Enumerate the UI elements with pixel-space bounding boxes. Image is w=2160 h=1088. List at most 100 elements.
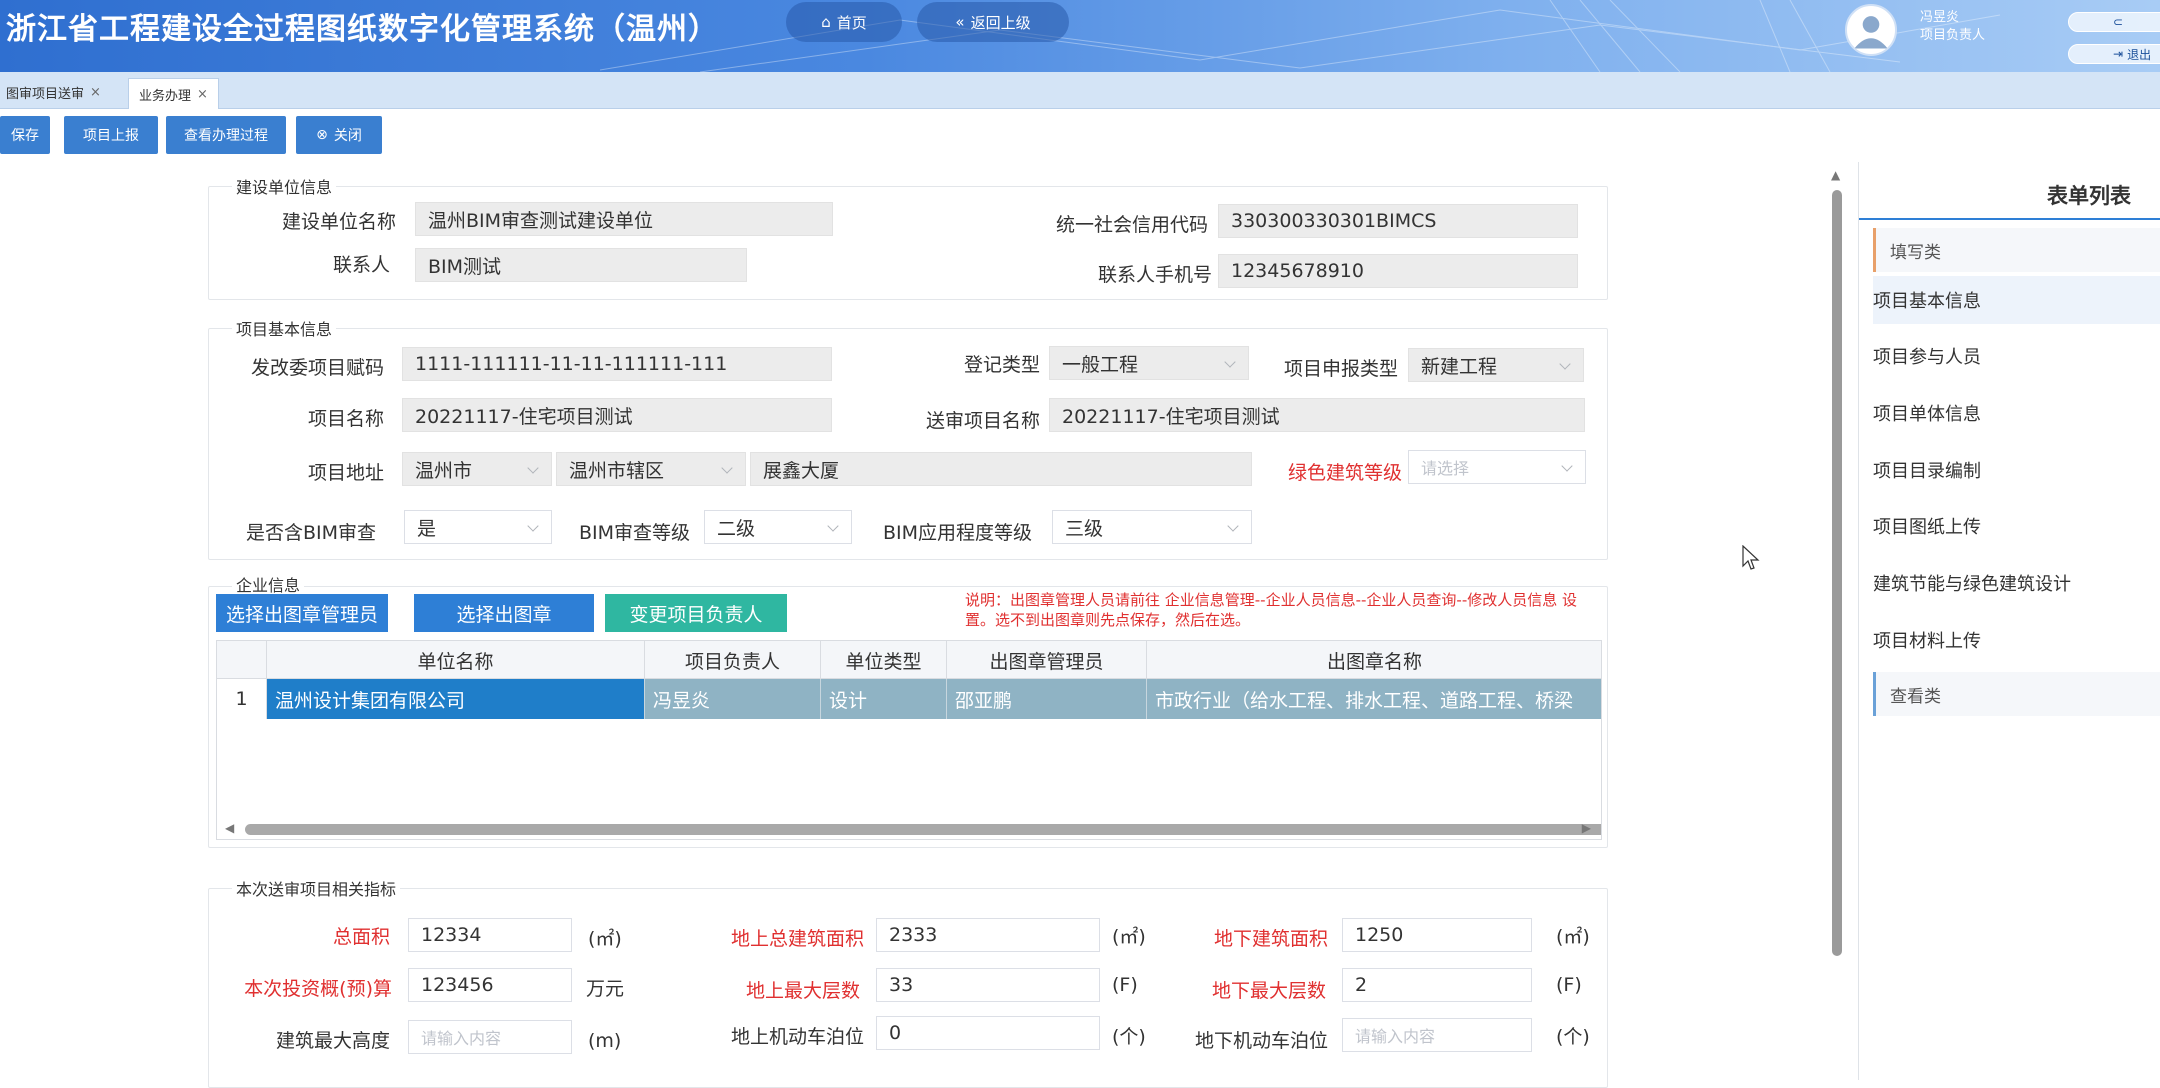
- tab-business[interactable]: 业务办理 ×: [128, 78, 219, 109]
- close-icon[interactable]: ×: [90, 85, 101, 100]
- scroll-thumb[interactable]: [245, 824, 1601, 835]
- user-role: 项目负责人: [1920, 28, 1986, 43]
- scroll-right-icon[interactable]: ▶: [1582, 821, 1591, 835]
- back-button[interactable]: « 返回上级: [917, 2, 1069, 42]
- district-select[interactable]: 温州市辖区: [556, 452, 746, 486]
- scroll-left-icon[interactable]: ◀: [225, 821, 234, 835]
- total-area-input[interactable]: 12334: [408, 918, 572, 952]
- close-button[interactable]: ⊗ 关闭: [296, 116, 382, 154]
- report-button[interactable]: 项目上报: [64, 116, 158, 154]
- horizontal-scrollbar[interactable]: ◀ ▶: [217, 817, 1601, 839]
- above-floors-label: 地上最大层数: [745, 980, 860, 1002]
- group-view: 查看类: [1873, 672, 2160, 716]
- under-area-unit: (㎡): [1556, 926, 1590, 948]
- scroll-up-icon[interactable]: ▲: [1831, 168, 1840, 182]
- close-icon[interactable]: ×: [197, 87, 208, 102]
- view-process-button[interactable]: 查看办理过程: [166, 116, 286, 154]
- under-parking-unit: (个): [1556, 1026, 1590, 1048]
- company-legend: 企业信息: [232, 572, 305, 596]
- under-parking-input[interactable]: 请输入内容: [1342, 1018, 1532, 1052]
- project-code-label: 发改委项目赋码: [250, 357, 384, 379]
- grid-header-cell[interactable]: 出图章名称: [1147, 641, 1601, 679]
- builder-legend: 建设单位信息: [232, 174, 337, 198]
- select-seal-manager-button[interactable]: 选择出图章管理员: [216, 594, 388, 632]
- form-item-drawing-upload[interactable]: 项目图纸上传: [1873, 502, 2160, 550]
- app-title: 浙江省工程建设全过程图纸数字化管理系统（温州）: [6, 12, 719, 47]
- above-area-input[interactable]: 2333: [876, 918, 1100, 952]
- project-name-field[interactable]: 20221117-住宅项目测试: [402, 398, 832, 432]
- company-grid: 单位名称 项目负责人 单位类型 出图章管理员 出图章名称 1 温州设计集团有限公…: [216, 640, 1602, 840]
- phone-label: 联系人手机号: [1097, 264, 1212, 286]
- home-button[interactable]: ⌂ 首页: [786, 2, 902, 42]
- grid-header-cell[interactable]: 项目负责人: [645, 641, 821, 679]
- switch-icon: ⊂: [2113, 15, 2124, 29]
- above-parking-input[interactable]: 0: [876, 1016, 1100, 1050]
- row-cell-seal-name[interactable]: 市政行业（给水工程、排水工程、道路工程、桥梁: [1147, 679, 1601, 719]
- indicators-legend: 本次送审项目相关指标: [232, 876, 401, 900]
- bim-level-select[interactable]: 二级: [704, 510, 852, 544]
- form-item-energy-green[interactable]: 建筑节能与绿色建筑设计: [1873, 559, 2160, 607]
- scroll-thumb[interactable]: [1832, 190, 1842, 956]
- review-name-field[interactable]: 20221117-住宅项目测试: [1049, 398, 1585, 432]
- under-floors-unit: (F): [1556, 974, 1582, 996]
- form-list-panel: 表单列表 填写类 项目基本信息 项目参与人员 项目单体信息 项目目录编制 项目图…: [1858, 162, 2160, 1080]
- double-chevron-left-icon: «: [955, 13, 965, 31]
- max-height-unit: (m): [588, 1030, 622, 1052]
- bim-review-select[interactable]: 是: [404, 510, 552, 544]
- project-code-field[interactable]: 1111-111111-11-11-111111-111: [402, 347, 832, 381]
- user-name: 冯昱炎: [1920, 10, 1960, 25]
- credit-code-field[interactable]: 330300330301BIMCS: [1218, 204, 1578, 238]
- above-parking-unit: (个): [1112, 1026, 1146, 1048]
- grid-header-cell[interactable]: 出图章管理员: [947, 641, 1147, 679]
- builder-name-label: 建设单位名称: [281, 211, 396, 233]
- row-cell-company[interactable]: 温州设计集团有限公司: [267, 679, 645, 719]
- bim-app-level-select[interactable]: 三级: [1052, 510, 1252, 544]
- apply-type-label: 项目申报类型: [1283, 358, 1398, 380]
- green-building-select[interactable]: 请选择: [1408, 450, 1586, 484]
- grid-header-cell[interactable]: 单位类型: [821, 641, 947, 679]
- review-name-label: 送审项目名称: [925, 410, 1040, 432]
- app-header: 浙江省工程建设全过程图纸数字化管理系统（温州） ⌂ 首页 « 返回上级 冯昱炎 …: [0, 0, 2160, 72]
- investment-label: 本次投资概(预)算: [244, 978, 392, 1000]
- avatar[interactable]: [1845, 4, 1897, 56]
- form-item-participants[interactable]: 项目参与人员: [1873, 332, 2160, 380]
- row-cell-type[interactable]: 设计: [821, 679, 947, 719]
- home-icon: ⌂: [821, 13, 831, 31]
- row-cell-leader[interactable]: 冯昱炎: [645, 679, 821, 719]
- form-item-material-upload[interactable]: 项目材料上传: [1873, 616, 2160, 664]
- grid-header: 单位名称 项目负责人 单位类型 出图章管理员 出图章名称: [217, 641, 1601, 679]
- project-legend: 项目基本信息: [232, 316, 337, 340]
- change-leader-button[interactable]: 变更项目负责人: [605, 594, 787, 632]
- address-detail-field[interactable]: 展鑫大厦: [750, 452, 1252, 486]
- max-height-input[interactable]: 请输入内容: [408, 1020, 572, 1054]
- contact-field[interactable]: BIM测试: [415, 248, 747, 282]
- total-area-unit: (㎡): [588, 928, 622, 950]
- save-button[interactable]: 保存: [0, 116, 50, 154]
- tab-strip: 图审项目送审 × 业务办理 ×: [0, 72, 2160, 109]
- switch-button[interactable]: ⊂: [2068, 12, 2160, 32]
- city-select[interactable]: 温州市: [402, 452, 552, 486]
- investment-input[interactable]: 123456: [408, 968, 572, 1002]
- select-seal-button[interactable]: 选择出图章: [414, 594, 594, 632]
- mouse-cursor-icon: [1742, 545, 1760, 570]
- row-index: 1: [217, 679, 267, 719]
- green-building-label: 绿色建筑等级: [1287, 462, 1402, 484]
- form-list-title: 表单列表: [1859, 172, 2160, 220]
- above-floors-input[interactable]: 33: [876, 968, 1100, 1002]
- grid-header-cell[interactable]: 单位名称: [267, 641, 645, 679]
- table-row[interactable]: 1 温州设计集团有限公司 冯昱炎 设计 邵亚鹏 市政行业（给水工程、排水工程、道…: [217, 679, 1601, 719]
- form-item-unit-info[interactable]: 项目单体信息: [1873, 389, 2160, 437]
- form-item-catalog[interactable]: 项目目录编制: [1873, 446, 2160, 494]
- logout-button[interactable]: ⇥ 退出: [2068, 44, 2160, 64]
- row-cell-seal-manager[interactable]: 邵亚鹏: [947, 679, 1147, 719]
- form-item-basic-info[interactable]: 项目基本信息: [1873, 276, 2160, 324]
- under-area-input[interactable]: 1250: [1342, 918, 1532, 952]
- vertical-scrollbar[interactable]: ▲: [1830, 168, 1844, 1080]
- apply-type-select[interactable]: 新建工程: [1408, 348, 1584, 382]
- reg-type-select[interactable]: 一般工程: [1049, 346, 1249, 380]
- tab-review-submit[interactable]: 图审项目送审 ×: [0, 78, 107, 106]
- under-area-label: 地下建筑面积: [1213, 928, 1328, 950]
- builder-name-field[interactable]: 温州BIM审查测试建设单位: [415, 202, 833, 236]
- under-floors-input[interactable]: 2: [1342, 968, 1532, 1002]
- phone-field[interactable]: 12345678910: [1218, 254, 1578, 288]
